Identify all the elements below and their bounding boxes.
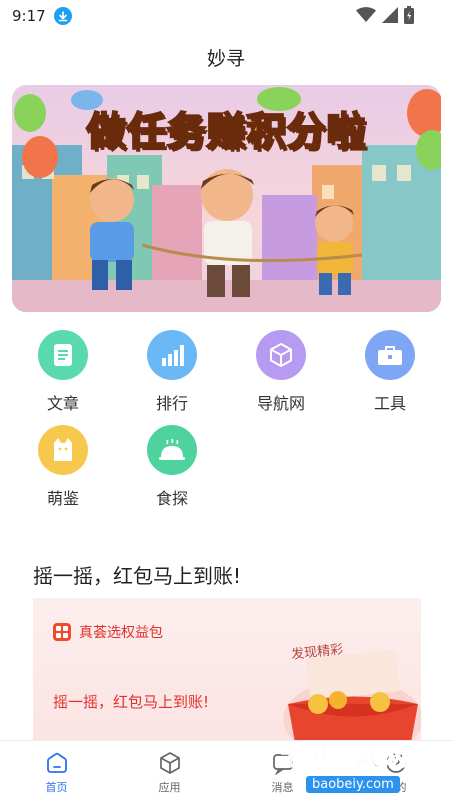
ranking-icon <box>147 330 197 380</box>
tab-home[interactable]: 首页 <box>0 741 113 804</box>
section-title: 摇一摇，红包马上到账! <box>33 564 242 588</box>
grid-item-ranking[interactable]: 排行 <box>127 330 217 414</box>
grid-label: 萌鉴 <box>46 489 79 508</box>
promo-brand-icon <box>53 623 71 641</box>
app-title: 妙寻 <box>206 48 245 70</box>
status-bar: 9:17 <box>0 0 452 32</box>
watermark: 宝贝游戏网 baobeiy.com <box>278 737 438 793</box>
tab-apps[interactable]: 应用 <box>113 741 226 804</box>
article-icon <box>38 330 88 380</box>
grid-item-navigation[interactable]: 导航网 <box>236 330 326 414</box>
banner-headline: 做任务赚积分啦 <box>85 109 367 156</box>
navigation-cube-icon <box>256 330 306 380</box>
watermark-title: 宝贝游戏网 <box>278 742 409 772</box>
grid-label: 导航网 <box>256 394 305 413</box>
grid-label: 食探 <box>155 489 188 508</box>
status-icons <box>356 6 414 24</box>
home-icon <box>46 752 67 773</box>
wifi-icon <box>356 7 376 22</box>
grid-label: 工具 <box>373 394 406 413</box>
signal-icon <box>382 7 398 23</box>
promo-card[interactable]: 真荟选权益包 摇一摇，红包马上到账! 发现精彩 <box>33 598 421 758</box>
grid-label: 文章 <box>46 394 79 413</box>
tab-label: 应用 <box>158 781 181 794</box>
download-icon <box>53 7 72 25</box>
food-cloche-icon <box>147 425 197 475</box>
cat-icon <box>38 425 88 475</box>
promo-brand-text: 真荟选权益包 <box>79 625 163 641</box>
toolbox-icon <box>365 330 415 380</box>
promo-text: 摇一摇，红包马上到账! <box>53 693 210 711</box>
promo-banner[interactable]: 做任务赚积分啦 <box>12 85 441 312</box>
grid-label: 排行 <box>155 394 188 413</box>
promo-brand: 真荟选权益包 <box>53 622 163 642</box>
watermark-url: baobeiy.com <box>306 776 400 793</box>
tab-label: 首页 <box>45 781 68 794</box>
grid-item-tools[interactable]: 工具 <box>345 330 435 414</box>
apps-cube-icon <box>159 752 180 774</box>
battery-icon <box>404 6 414 24</box>
grid-item-article[interactable]: 文章 <box>18 330 108 414</box>
grid-item-cute[interactable]: 萌鉴 <box>18 425 108 509</box>
grid-item-food[interactable]: 食探 <box>127 425 217 509</box>
status-time: 9:17 <box>12 7 46 25</box>
